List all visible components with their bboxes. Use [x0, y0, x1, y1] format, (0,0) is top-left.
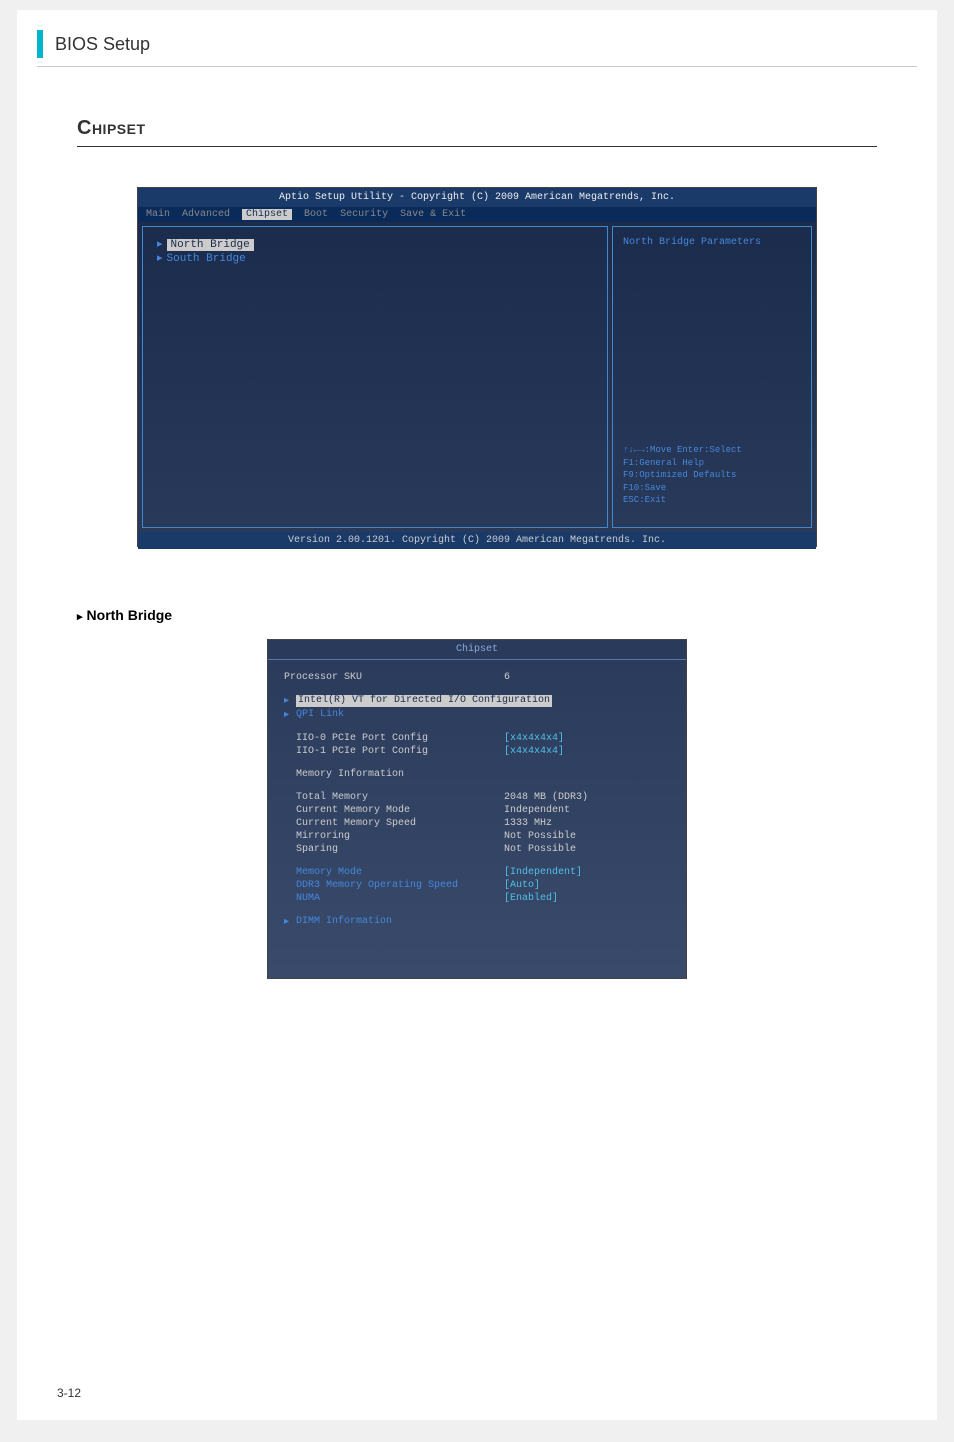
label-sparing: Sparing: [284, 844, 504, 855]
label-ddr3-speed: DDR3 Memory Operating Speed: [284, 880, 504, 891]
header-accent-bar: [37, 30, 43, 58]
subsection-north-bridge: ▸ North Bridge: [77, 607, 877, 623]
row-cur-mode: Current Memory Mode Independent: [284, 805, 670, 816]
value-sparing: Not Possible: [504, 844, 576, 855]
row-total-mem: Total Memory 2048 MB (DDR3): [284, 792, 670, 803]
bios-item-south-bridge-row: ▸ South Bridge: [157, 251, 593, 265]
row-cur-speed: Current Memory Speed 1333 MHz: [284, 818, 670, 829]
item-qpi-link: QPI Link: [296, 709, 516, 721]
header-title: BIOS Setup: [55, 34, 150, 55]
row-mem-info: Memory Information: [284, 769, 670, 780]
section-title: Chipset: [77, 117, 877, 140]
bios-left-panel: ▸ North Bridge ▸ South Bridge: [142, 226, 608, 528]
submenu-arrow-icon: ▸: [77, 611, 83, 623]
value-processor-sku: 6: [504, 672, 510, 683]
row-dimm-info: ▸ DIMM Information: [284, 916, 670, 928]
item-dimm-info: DIMM Information: [296, 916, 516, 928]
item-vt-config: Intel(R) VT for Directed I/O Configurati…: [296, 695, 552, 707]
value-total-mem: 2048 MB (DDR3): [504, 792, 588, 803]
help-line-f9: F9:Optimized Defaults: [623, 469, 742, 482]
label-mem-info: Memory Information: [284, 769, 504, 780]
section-title-divider: [77, 146, 877, 147]
page-content: Chipset Aptio Setup Utility - Copyright …: [17, 67, 937, 1009]
bios-tab-security: Security: [340, 209, 388, 220]
bios-tab-chipset: Chipset: [242, 209, 292, 220]
row-sparing: Sparing Not Possible: [284, 844, 670, 855]
bios-screenshot-north-bridge: Chipset Processor SKU 6 ▸ Intel(R) VT fo…: [267, 639, 687, 979]
label-mem-mode: Memory Mode: [284, 867, 504, 878]
bios-tab-bar: Main Advanced Chipset Boot Security Save…: [138, 207, 816, 222]
bios-item-north-bridge-row: ▸ North Bridge: [157, 237, 593, 251]
value-cur-mode: Independent: [504, 805, 570, 816]
value-mirroring: Not Possible: [504, 831, 576, 842]
label-processor-sku: Processor SKU: [284, 672, 504, 683]
label-total-mem: Total Memory: [284, 792, 504, 803]
row-mem-mode: Memory Mode [Independent]: [284, 867, 670, 878]
bios-tab-boot: Boot: [304, 209, 328, 220]
row-iio0: IIO-0 PCIe Port Config [x4x4x4x4]: [284, 733, 670, 744]
value-numa: [Enabled]: [504, 893, 558, 904]
bios2-header: Chipset: [268, 640, 686, 660]
value-cur-speed: 1333 MHz: [504, 818, 552, 829]
bios-bottom-bar: Version 2.00.1201. Copyright (C) 2009 Am…: [138, 532, 816, 549]
bios-screenshot-chipset: Aptio Setup Utility - Copyright (C) 2009…: [137, 187, 817, 547]
bios-item-north-bridge: North Bridge: [167, 239, 254, 251]
label-cur-mode: Current Memory Mode: [284, 805, 504, 816]
row-numa: NUMA [Enabled]: [284, 893, 670, 904]
row-mirroring: Mirroring Not Possible: [284, 831, 670, 842]
label-iio0: IIO-0 PCIe Port Config: [284, 733, 504, 744]
page-header: BIOS Setup: [17, 10, 937, 58]
bios-tab-advanced: Advanced: [182, 209, 230, 220]
submenu-arrow-icon: ▸: [284, 916, 292, 928]
document-page: BIOS Setup Chipset Aptio Setup Utility -…: [17, 10, 937, 1420]
bios-right-panel: North Bridge Parameters ↑↓←→:Move Enter:…: [612, 226, 812, 528]
row-processor-sku: Processor SKU 6: [284, 672, 670, 683]
submenu-arrow-icon: ▸: [157, 239, 163, 251]
label-cur-speed: Current Memory Speed: [284, 818, 504, 829]
submenu-arrow-icon: ▸: [284, 709, 292, 721]
bios-tab-main: Main: [146, 209, 170, 220]
bios2-body: Processor SKU 6 ▸ Intel(R) VT for Direct…: [268, 660, 686, 940]
row-ddr3-speed: DDR3 Memory Operating Speed [Auto]: [284, 880, 670, 891]
submenu-arrow-icon: ▸: [157, 253, 163, 265]
help-line-move: ↑↓←→:Move Enter:Select: [623, 444, 742, 457]
row-qpi-link: ▸ QPI Link: [284, 709, 670, 721]
row-iio1: IIO-1 PCIe Port Config [x4x4x4x4]: [284, 746, 670, 757]
help-line-esc: ESC:Exit: [623, 494, 742, 507]
help-line-f10: F10:Save: [623, 482, 742, 495]
label-iio1: IIO-1 PCIe Port Config: [284, 746, 504, 757]
value-ddr3-speed: [Auto]: [504, 880, 540, 891]
bios-help-text: ↑↓←→:Move Enter:Select F1:General Help F…: [623, 444, 742, 507]
section-title-text: Chipset: [77, 117, 146, 139]
bios-tab-save-exit: Save & Exit: [400, 209, 466, 220]
submenu-arrow-icon: ▸: [284, 695, 292, 707]
page-number: 3-12: [57, 1386, 81, 1400]
subsection-title-text: North Bridge: [87, 607, 173, 623]
bios-top-bar: Aptio Setup Utility - Copyright (C) 2009…: [138, 188, 816, 207]
bios-right-title: North Bridge Parameters: [623, 237, 801, 248]
value-iio0: [x4x4x4x4]: [504, 733, 564, 744]
label-numa: NUMA: [284, 893, 504, 904]
row-vt-config: ▸ Intel(R) VT for Directed I/O Configura…: [284, 695, 670, 707]
value-iio1: [x4x4x4x4]: [504, 746, 564, 757]
help-line-f1: F1:General Help: [623, 457, 742, 470]
bios-item-south-bridge: South Bridge: [167, 253, 246, 265]
label-mirroring: Mirroring: [284, 831, 504, 842]
value-mem-mode: [Independent]: [504, 867, 582, 878]
bios-body: ▸ North Bridge ▸ South Bridge North Bridge…: [138, 222, 816, 532]
